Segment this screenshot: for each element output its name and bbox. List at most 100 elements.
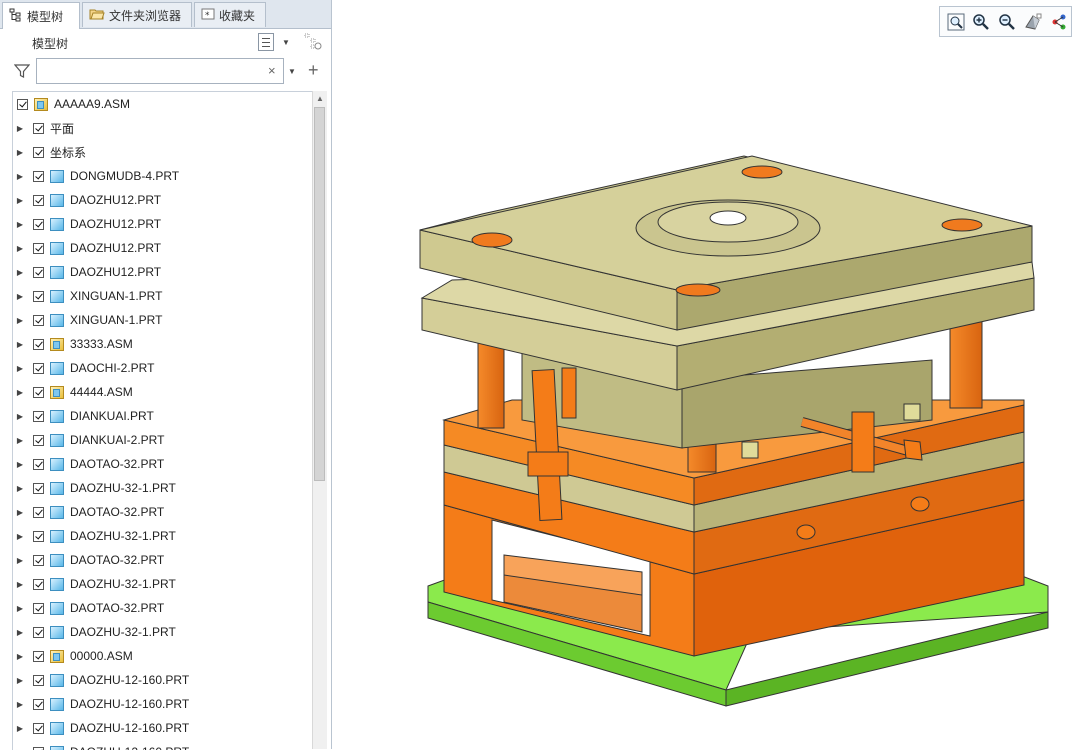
tree-item-label: DAOZHU12.PRT (70, 265, 161, 279)
visibility-checkbox[interactable] (33, 603, 44, 614)
visibility-checkbox[interactable] (33, 339, 44, 350)
tree-item[interactable]: ▶DAOTAO-32.PRT (13, 596, 313, 620)
tree-item[interactable]: ▶XINGUAN-1.PRT (13, 308, 313, 332)
tab-favorites[interactable]: * 收藏夹 (194, 2, 266, 27)
tree-item[interactable]: ▶DIANKUAI.PRT (13, 404, 313, 428)
visibility-checkbox[interactable] (33, 699, 44, 710)
expand-arrow-icon[interactable]: ▶ (13, 172, 27, 181)
graphics-window[interactable] (332, 0, 1074, 749)
expand-arrow-icon[interactable]: ▶ (13, 556, 27, 565)
tree-scrollbar[interactable]: ▲ (312, 91, 327, 749)
expand-arrow-icon[interactable]: ▶ (13, 580, 27, 589)
tree-item[interactable]: ▶DAOZHU-12-160.PRT (13, 716, 313, 740)
expand-arrow-icon[interactable]: ▶ (13, 436, 27, 445)
tree-item[interactable]: ▶00000.ASM (13, 644, 313, 668)
tree-item[interactable]: ▶XINGUAN-1.PRT (13, 284, 313, 308)
tree-item[interactable]: ▶DAOZHU-32-1.PRT (13, 620, 313, 644)
expand-arrow-icon[interactable]: ▶ (13, 268, 27, 277)
visibility-checkbox[interactable] (33, 123, 44, 134)
expand-arrow-icon[interactable]: ▶ (13, 292, 27, 301)
expand-arrow-icon[interactable]: ▶ (13, 508, 27, 517)
model-tree: AAAAA9.ASM▶平面▶坐标系▶DONGMUDB-4.PRT▶DAOZHU1… (12, 91, 313, 750)
expand-arrow-icon[interactable]: ▶ (13, 316, 27, 325)
tree-item[interactable]: ▶DAOZHU-12-160.PRT (13, 668, 313, 692)
tree-item[interactable]: ▶DAOZHU-32-1.PRT (13, 524, 313, 548)
visibility-checkbox[interactable] (33, 459, 44, 470)
visibility-checkbox[interactable] (33, 243, 44, 254)
filter-icon[interactable] (14, 63, 30, 82)
tab-folder-browser[interactable]: 文件夹浏览器 (82, 2, 192, 27)
visibility-checkbox[interactable] (33, 363, 44, 374)
expand-arrow-icon[interactable]: ▶ (13, 124, 27, 133)
show-menu-icon[interactable] (258, 33, 274, 51)
visibility-checkbox[interactable] (33, 435, 44, 446)
visibility-checkbox[interactable] (33, 483, 44, 494)
expand-arrow-icon[interactable]: ▶ (13, 148, 27, 157)
visibility-checkbox[interactable] (17, 99, 28, 110)
tree-item[interactable]: ▶ DONGMUDB-4.PRT (13, 164, 313, 188)
expand-arrow-icon[interactable]: ▶ (13, 628, 27, 637)
search-options-chevron-icon[interactable]: ▼ (288, 67, 296, 76)
visibility-checkbox[interactable] (33, 291, 44, 302)
visibility-checkbox[interactable] (33, 195, 44, 206)
tree-item[interactable]: ▶DAOZHU-32-1.PRT (13, 572, 313, 596)
visibility-checkbox[interactable] (33, 651, 44, 662)
search-input[interactable] (36, 58, 284, 84)
expand-arrow-icon[interactable]: ▶ (13, 340, 27, 349)
expand-arrow-icon[interactable]: ▶ (13, 196, 27, 205)
tree-item[interactable]: ▶DAOZHU-32-1.PRT (13, 476, 313, 500)
expand-arrow-icon[interactable]: ▶ (13, 388, 27, 397)
expand-arrow-icon[interactable]: ▶ (13, 724, 27, 733)
visibility-checkbox[interactable] (33, 555, 44, 566)
visibility-checkbox[interactable] (33, 387, 44, 398)
expand-arrow-icon[interactable]: ▶ (13, 220, 27, 229)
tree-item[interactable]: ▶DAOZHU-12-160.PRT (13, 692, 313, 716)
visibility-checkbox[interactable] (33, 627, 44, 638)
tree-item[interactable]: ▶DAOCHI-2.PRT (13, 356, 313, 380)
expand-arrow-icon[interactable]: ▶ (13, 604, 27, 613)
expand-arrow-icon[interactable]: ▶ (13, 412, 27, 421)
expand-arrow-icon[interactable]: ▶ (13, 484, 27, 493)
visibility-checkbox[interactable] (33, 579, 44, 590)
expand-arrow-icon[interactable]: ▶ (13, 532, 27, 541)
clear-icon[interactable]: × (268, 63, 276, 78)
scroll-up-icon[interactable]: ▲ (316, 94, 324, 103)
visibility-checkbox[interactable] (33, 675, 44, 686)
tree-item[interactable]: ▶平面 (13, 116, 313, 140)
visibility-checkbox[interactable] (33, 723, 44, 734)
tree-item[interactable]: ▶33333.ASM (13, 332, 313, 356)
tree-item[interactable]: AAAAA9.ASM (13, 92, 313, 116)
expand-arrow-icon[interactable]: ▶ (13, 700, 27, 709)
add-icon[interactable]: + (308, 60, 319, 81)
mold-assembly-model[interactable] (332, 0, 1074, 749)
tree-item[interactable]: ▶DAOZHU12.PRT (13, 212, 313, 236)
visibility-checkbox[interactable] (33, 267, 44, 278)
tree-item[interactable]: ▶DAOTAO-32.PRT (13, 548, 313, 572)
tree-item-label: DONGMUDB-4.PRT (70, 169, 179, 183)
visibility-checkbox[interactable] (33, 747, 44, 750)
expand-arrow-icon[interactable]: ▶ (13, 676, 27, 685)
tab-model-tree[interactable]: 模型树 (2, 2, 80, 29)
chevron-down-icon[interactable]: ▼ (282, 38, 290, 47)
expand-arrow-icon[interactable]: ▶ (13, 244, 27, 253)
scrollbar-thumb[interactable] (314, 107, 325, 481)
tree-item[interactable]: ▶DAOTAO-32.PRT (13, 452, 313, 476)
expand-arrow-icon[interactable]: ▶ (13, 652, 27, 661)
visibility-checkbox[interactable] (33, 507, 44, 518)
tree-item[interactable]: ▶DAOZHU12.PRT (13, 188, 313, 212)
tree-filters-icon[interactable] (304, 33, 322, 51)
tree-item[interactable]: ▶44444.ASM (13, 380, 313, 404)
visibility-checkbox[interactable] (33, 171, 44, 182)
tree-item[interactable]: ▶DIANKUAI-2.PRT (13, 428, 313, 452)
expand-arrow-icon[interactable]: ▶ (13, 460, 27, 469)
visibility-checkbox[interactable] (33, 411, 44, 422)
tree-item[interactable]: ▶ DAOZHU12.PRT (13, 260, 313, 284)
visibility-checkbox[interactable] (33, 315, 44, 326)
tree-item[interactable]: ▶DAOZHU12.PRT (13, 236, 313, 260)
visibility-checkbox[interactable] (33, 531, 44, 542)
tree-item[interactable]: ▶DAOTAO-32.PRT (13, 500, 313, 524)
expand-arrow-icon[interactable]: ▶ (13, 364, 27, 373)
visibility-checkbox[interactable] (33, 147, 44, 158)
visibility-checkbox[interactable] (33, 219, 44, 230)
tree-item[interactable]: ▶坐标系 (13, 140, 313, 164)
